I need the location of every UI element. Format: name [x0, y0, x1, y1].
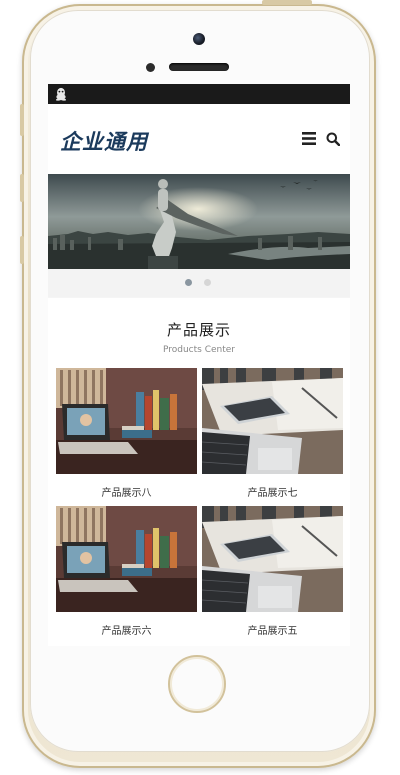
laptop-desk-photo[interactable] [56, 368, 197, 474]
home-button[interactable] [168, 655, 226, 713]
front-camera [193, 33, 205, 45]
product-card[interactable]: 产品展示五 [202, 506, 343, 637]
top-bar [48, 84, 350, 104]
product-card[interactable]: 产品展示八 [56, 368, 197, 499]
qq-penguin-icon[interactable] [55, 87, 67, 101]
angel-statue-city-image [48, 174, 350, 269]
proximity-sensor [146, 63, 155, 72]
hamburger-menu-icon[interactable] [302, 132, 316, 145]
phone-notebook-photo[interactable] [202, 368, 343, 474]
product-label[interactable]: 产品展示五 [202, 622, 343, 637]
product-label[interactable]: 产品展示六 [56, 622, 197, 637]
product-card[interactable]: 产品展示七 [202, 368, 343, 499]
mute-switch [20, 104, 24, 136]
section-subtitle: Products Center [162, 345, 235, 355]
phone-notebook-photo[interactable] [202, 506, 343, 612]
carousel-dot-active[interactable] [185, 279, 192, 286]
carousel-pagination [48, 269, 350, 297]
site-header: 企业通用 [48, 104, 350, 174]
banner-slide-image[interactable] [48, 174, 350, 269]
carousel-dot[interactable] [204, 279, 211, 286]
section-title: 产品展示 [166, 321, 231, 339]
search-icon[interactable] [326, 132, 340, 146]
power-button [262, 0, 312, 5]
earpiece-speaker [169, 63, 229, 71]
site-logo[interactable]: 企业通用 [60, 126, 148, 156]
products-section: 产品展示 Products Center 产品展示八 产品展示七 产品展示六 产… [48, 298, 350, 646]
product-label[interactable]: 产品展示七 [202, 484, 343, 499]
volume-down-button [20, 236, 24, 264]
product-label[interactable]: 产品展示八 [56, 484, 197, 499]
product-card[interactable]: 产品展示六 [56, 506, 197, 637]
phone-screen: 企业通用 产品展示 Products Center 产品展示八 产品展示七 产品… [48, 84, 350, 646]
volume-up-button [20, 174, 24, 202]
laptop-desk-photo[interactable] [56, 506, 197, 612]
